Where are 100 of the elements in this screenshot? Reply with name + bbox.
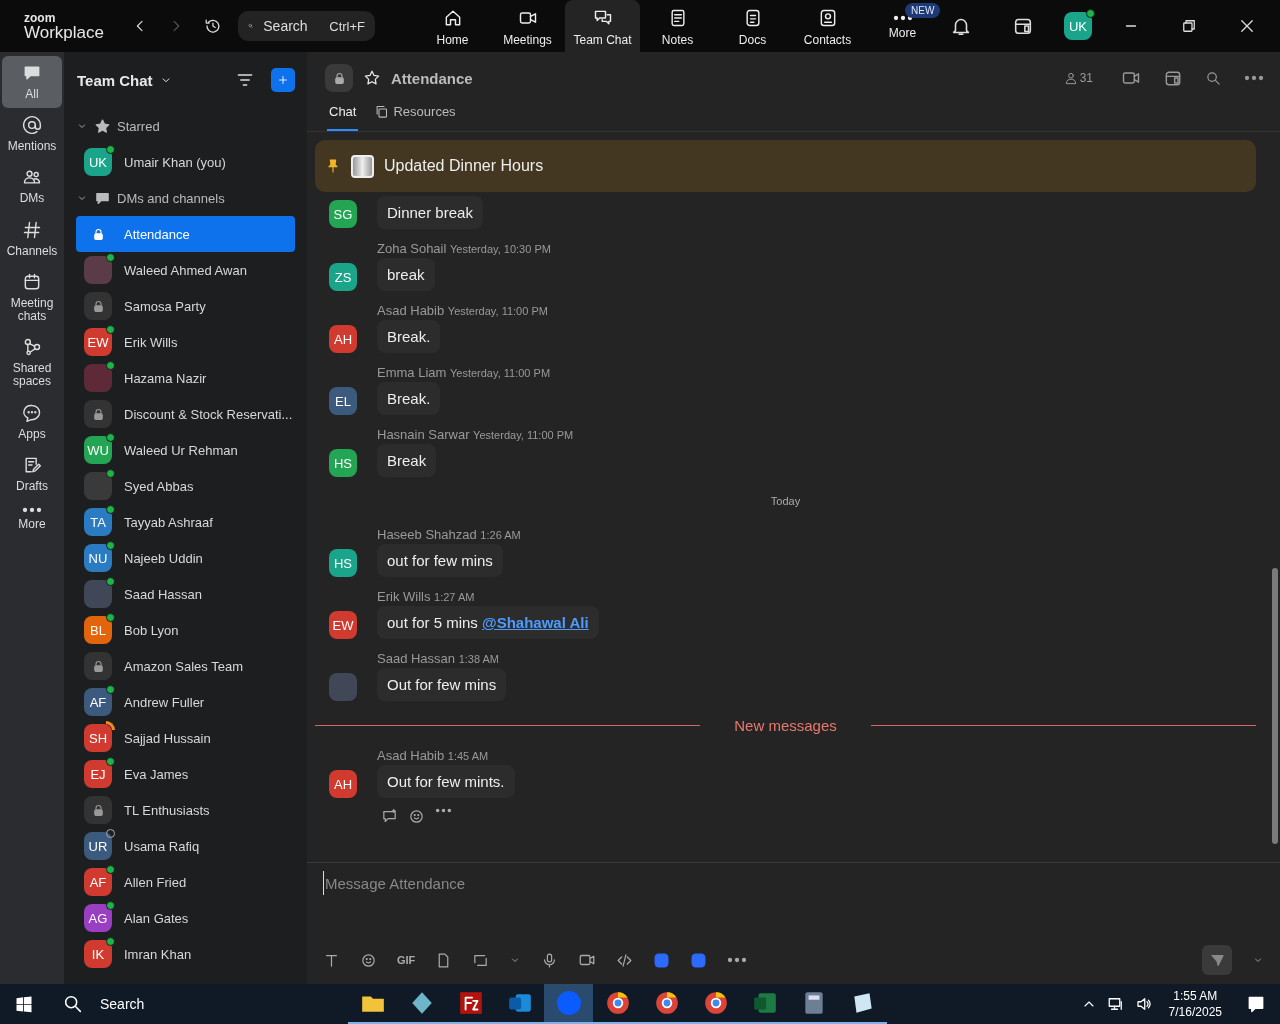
avatar: SG xyxy=(329,200,357,228)
chat-list-item[interactable]: Samosa Party xyxy=(76,288,295,324)
app-icon[interactable] xyxy=(690,951,708,969)
avatar: AF xyxy=(84,868,112,896)
message-header: Haseeb Shahzad 1:26 AM xyxy=(377,527,521,542)
emoji-icon[interactable] xyxy=(360,951,377,969)
message-bubble: out for few mins xyxy=(377,544,503,577)
nav-tab[interactable]: Contacts xyxy=(790,0,865,52)
logo-text: zoom xyxy=(24,11,57,24)
scrollbar-thumb[interactable] xyxy=(1272,568,1278,844)
taskbar-search[interactable]: Search xyxy=(48,993,348,1015)
avatar: EL xyxy=(329,387,357,415)
chat-list-item[interactable]: Saad Hassan xyxy=(76,576,295,612)
chat-list-item[interactable]: Attendance xyxy=(76,216,295,252)
chat-list-item[interactable]: AF Andrew Fuller xyxy=(76,684,295,720)
new-chat-button[interactable] xyxy=(271,68,295,92)
chat-list-item[interactable]: SH Sajjad Hussain xyxy=(76,720,295,756)
star-icon xyxy=(94,117,111,135)
network-icon[interactable] xyxy=(1106,995,1125,1013)
message-bubble: Break. xyxy=(377,320,441,353)
rail-item[interactable]: All xyxy=(2,56,62,109)
chat-list-item[interactable]: BL Bob Lyon xyxy=(76,612,295,648)
chat-list-item[interactable]: AF Allen Fried xyxy=(76,864,295,900)
avatar: TA xyxy=(84,508,112,536)
clock[interactable]: 1:55 AM 7/16/2025 xyxy=(1168,987,1222,1021)
chat-list-item[interactable]: WU Waleed Ur Rehman xyxy=(76,432,295,468)
rail-item[interactable]: DMs xyxy=(2,160,62,213)
more-icon[interactable] xyxy=(1244,75,1264,81)
members-button[interactable]: 31 xyxy=(1057,70,1099,86)
avatar: EW xyxy=(84,328,112,356)
chat-list-item[interactable]: EW Erik Wills xyxy=(76,324,295,360)
chat-list-item[interactable]: TL Enthusiasts xyxy=(76,792,295,828)
nav-tab[interactable]: Docs xyxy=(715,0,790,52)
spreadsheet-icon xyxy=(751,990,778,1016)
close-icon[interactable] xyxy=(1238,17,1256,35)
gif-button[interactable]: GIF xyxy=(397,954,416,966)
nav-tab[interactable]: NEW More xyxy=(865,0,940,52)
nav-tab[interactable]: Meetings xyxy=(490,0,565,52)
search-input[interactable]: Search xyxy=(261,17,322,35)
send-button[interactable] xyxy=(1202,945,1232,975)
rail-item[interactable]: More xyxy=(2,499,62,539)
chat-list-item[interactable]: Waleed Ahmed Awan xyxy=(76,252,295,288)
nav-tab[interactable]: Team Chat xyxy=(565,0,640,52)
sidebar-title[interactable]: Team Chat xyxy=(77,71,153,89)
chat-list-item[interactable]: AG Alan Gates xyxy=(76,900,295,936)
pinned-banner[interactable]: Updated Dinner Hours xyxy=(315,140,1256,192)
chat-list-item[interactable]: Discount & Stock Reservati... xyxy=(76,396,295,432)
avatar: UR xyxy=(84,832,112,860)
chat-list-item[interactable]: Hazama Nazir xyxy=(76,360,295,396)
speaker-icon[interactable] xyxy=(1134,995,1153,1013)
section-header[interactable]: Starred xyxy=(76,108,295,144)
nav-tab[interactable]: Home xyxy=(415,0,490,52)
tab[interactable]: Chat xyxy=(327,104,359,131)
mention-link[interactable]: @Shahawal Ali xyxy=(482,614,589,631)
emoji-icon[interactable] xyxy=(408,808,425,825)
more-icon xyxy=(22,506,42,513)
chat-list-item[interactable]: Amazon Sales Team xyxy=(76,648,295,684)
rail-item[interactable]: Drafts xyxy=(2,447,62,500)
more-icon[interactable] xyxy=(435,808,452,813)
message-header: Erik Wills 1:27 AM xyxy=(377,589,475,604)
section-header[interactable]: DMs and channels xyxy=(76,180,295,216)
rail-item[interactable]: Apps xyxy=(2,395,62,448)
notification-icon[interactable] xyxy=(1246,994,1266,1014)
more-icon[interactable] xyxy=(727,957,748,963)
restore-icon[interactable] xyxy=(1180,17,1198,35)
star-icon[interactable] xyxy=(363,69,381,87)
avatar: WU xyxy=(84,436,112,464)
avatar: AG xyxy=(84,904,112,932)
rail-item[interactable]: Meeting chats xyxy=(2,264,62,331)
message-bubble: Out for few mins xyxy=(377,668,507,701)
app-icon xyxy=(457,990,484,1016)
new-badge: NEW xyxy=(905,3,941,18)
avatar: HS xyxy=(329,449,357,477)
rail-item[interactable]: Mentions xyxy=(2,108,62,161)
windows-icon[interactable] xyxy=(14,994,34,1014)
speech-bubble-icon xyxy=(22,402,42,423)
message-bubble: Break. xyxy=(377,382,441,415)
chat-list-item[interactable]: IK Imran Khan xyxy=(76,936,295,972)
chat-list-item[interactable]: UR Usama Rafiq xyxy=(76,828,295,864)
tab[interactable]: Resources xyxy=(372,104,458,131)
chat-list-item[interactable]: Syed Abbas xyxy=(76,468,295,504)
message-input[interactable]: Message Attendance xyxy=(323,871,1264,895)
chat-list-item[interactable]: TA Tayyab Ashraaf xyxy=(76,504,295,540)
history-icon[interactable] xyxy=(204,16,222,36)
chat-list-item[interactable]: NU Najeeb Uddin xyxy=(76,540,295,576)
message-header: Asad Habib 1:45 AM xyxy=(377,748,489,763)
nav-tab[interactable]: Notes xyxy=(640,0,715,52)
document-thumbnail xyxy=(351,154,374,178)
avatar: ZS xyxy=(329,263,357,291)
logo-text: Workplace xyxy=(24,23,104,41)
avatar: SH xyxy=(84,724,112,752)
search-bar[interactable]: Search Ctrl+F xyxy=(238,11,375,41)
chat-list-item[interactable]: UK Umair Khan (you) xyxy=(76,144,295,180)
app-icon[interactable] xyxy=(653,951,671,969)
reply-icon[interactable] xyxy=(381,808,398,825)
rail-item[interactable]: Shared spaces xyxy=(2,330,62,396)
avatar: NU xyxy=(84,544,112,572)
rail-item[interactable]: Channels xyxy=(2,212,62,265)
code-icon[interactable] xyxy=(616,951,634,969)
chat-list-item[interactable]: EJ Eva James xyxy=(76,756,295,792)
